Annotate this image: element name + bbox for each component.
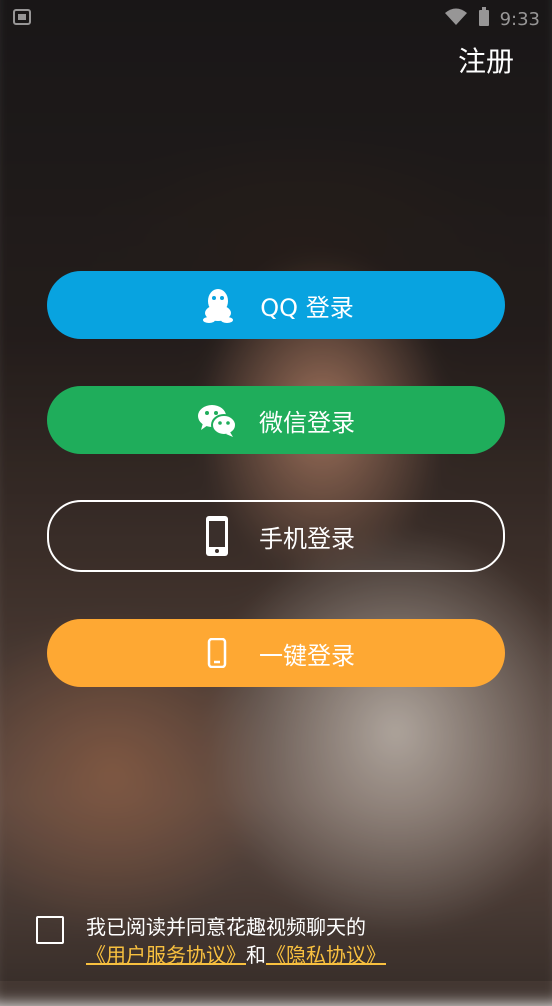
agreement-checkbox[interactable] [36, 916, 64, 944]
mobile-icon [197, 633, 237, 673]
wechat-login-label: 微信登录 [259, 408, 355, 437]
register-button[interactable]: 注册 [458, 40, 514, 80]
user-agreement-link[interactable]: 《用户服务协议》 [86, 943, 246, 967]
agreement-prefix: 我已阅读并同意花趣视频聊天的 [86, 915, 366, 939]
agreement-row: 我已阅读并同意花趣视频聊天的《用户服务协议》和《隐私协议》 [36, 913, 522, 969]
qq-login-label: QQ 登录 [260, 293, 354, 322]
agreement-conjunction: 和 [246, 943, 266, 967]
phone-login-label: 手机登录 [259, 524, 355, 553]
status-bar: 9:33 [0, 0, 552, 38]
phone-login-button[interactable]: 手机登录 [47, 500, 505, 572]
wechat-icon [197, 400, 237, 440]
agreement-text: 我已阅读并同意花趣视频聊天的《用户服务协议》和《隐私协议》 [86, 913, 522, 969]
privacy-policy-link[interactable]: 《隐私协议》 [266, 943, 386, 967]
one-key-login-label: 一键登录 [259, 641, 355, 670]
one-key-login-button[interactable]: 一键登录 [47, 619, 505, 687]
qq-login-button[interactable]: QQ 登录 [47, 271, 505, 339]
smartphone-icon [197, 516, 237, 556]
wechat-login-button[interactable]: 微信登录 [47, 386, 505, 454]
wifi-icon [444, 7, 468, 32]
qq-penguin-icon [198, 285, 238, 325]
notification-icon [12, 8, 32, 31]
background-overlay [0, 0, 552, 981]
status-time: 9:33 [499, 8, 540, 30]
battery-icon [478, 6, 490, 32]
